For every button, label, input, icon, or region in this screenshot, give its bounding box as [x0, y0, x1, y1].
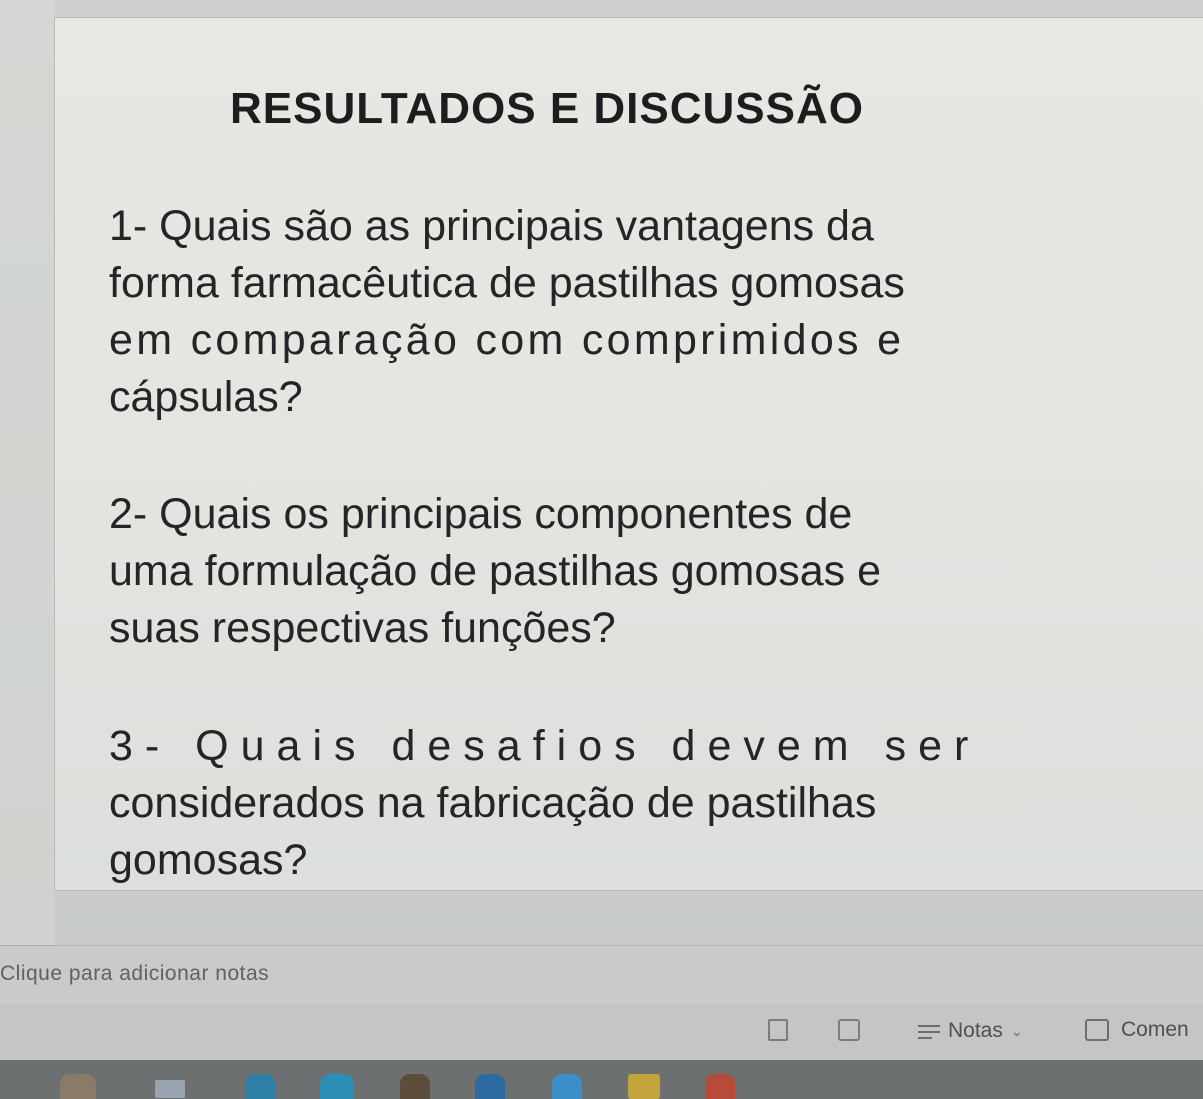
taskbar-app-icon[interactable]	[552, 1074, 582, 1099]
taskbar-app-icon[interactable]	[705, 1074, 735, 1099]
slide-canvas[interactable]: RESULTADOS E DISCUSSÃO 1- Quais são as p…	[55, 18, 1203, 890]
question-line: uma formulação de pastilhas gomosas e	[109, 547, 882, 595]
taskbar-app-icon[interactable]	[320, 1074, 354, 1099]
question-line: 3- Quais desafios devem ser	[109, 722, 981, 770]
question-line: 2- Quais os principais componentes de	[109, 490, 853, 538]
notes-button[interactable]: Notas ⌄	[918, 1018, 1023, 1044]
powerpoint-window: RESULTADOS E DISCUSSÃO 1- Quais são as p…	[0, 0, 1203, 1099]
notes-icon	[918, 1022, 940, 1040]
question-2[interactable]: 2- Quais os principais componentes de um…	[109, 486, 1014, 657]
taskbar-app-icon[interactable]	[475, 1074, 505, 1099]
slide-title[interactable]: RESULTADOS E DISCUSSÃO	[230, 84, 864, 134]
question-line: considerados na fabricação de pastilhas	[109, 779, 877, 827]
question-line: suas respectivas funções?	[109, 604, 616, 652]
taskbar-app-icon[interactable]	[60, 1074, 96, 1099]
question-1[interactable]: 1- Quais são as principais vantagens da …	[109, 198, 1019, 426]
question-line: em comparação com comprimidos e	[109, 316, 905, 364]
comments-button-label: Comen	[1121, 1018, 1189, 1041]
accessibility-icon[interactable]	[768, 1019, 788, 1041]
notes-button-label: Notas	[948, 1019, 1003, 1042]
comments-button[interactable]: Comen	[1085, 1016, 1189, 1044]
taskbar-app-icon[interactable]	[628, 1074, 660, 1099]
question-line: 1- Quais são as principais vantagens da	[109, 202, 874, 250]
display-settings-icon[interactable]	[838, 1019, 860, 1041]
taskbar-app-icon[interactable]	[245, 1074, 275, 1099]
notes-placeholder[interactable]: Clique para adicionar notas	[0, 962, 269, 986]
taskbar-app-icon[interactable]	[155, 1080, 185, 1098]
ribbon-edge	[0, 0, 1203, 18]
question-line: forma farmacêutica de pastilhas gomosas	[109, 259, 905, 307]
thumbnail-pane-edge	[0, 0, 55, 945]
question-line: gomosas?	[109, 836, 308, 884]
question-3[interactable]: 3- Quais desafios devem ser considerados…	[109, 718, 1014, 889]
question-line: cápsulas?	[109, 373, 303, 421]
chevron-down-icon: ⌄	[1010, 1022, 1023, 1039]
taskbar-app-icon[interactable]	[400, 1074, 430, 1099]
comment-icon	[1085, 1019, 1109, 1041]
